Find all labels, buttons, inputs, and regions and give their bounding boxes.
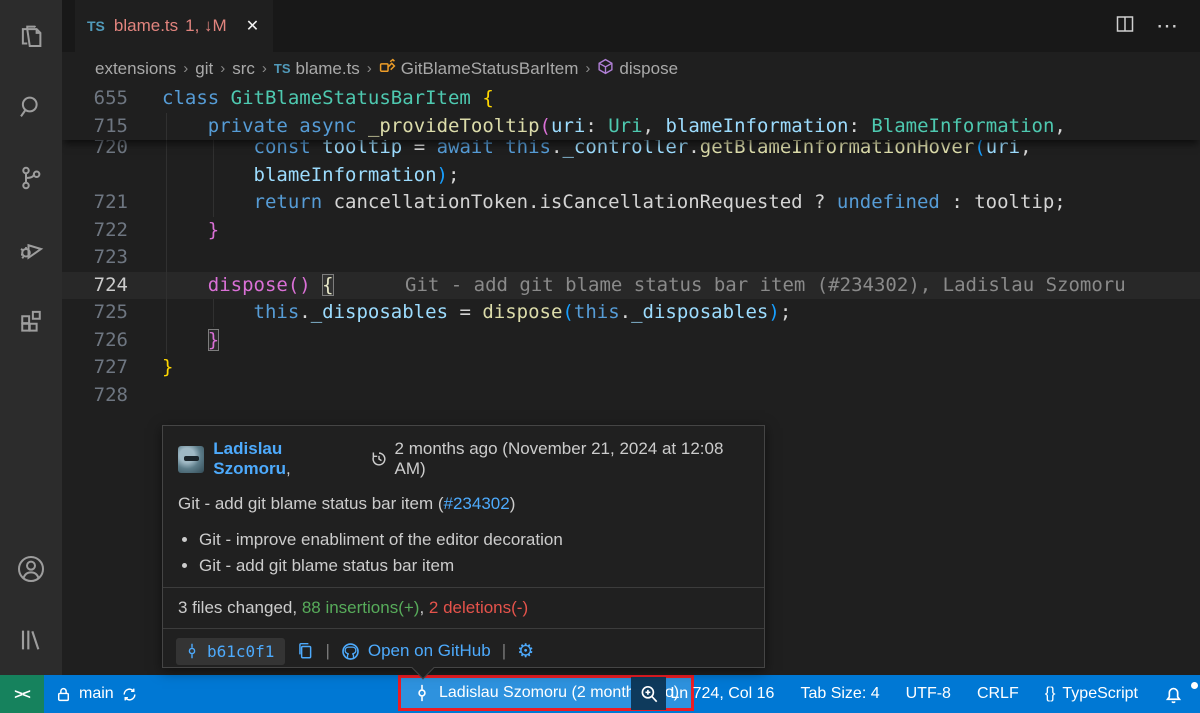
git-commit-icon bbox=[413, 684, 431, 702]
tab-bar: TS blame.ts 1, ↓M ✕ ⋯ bbox=[62, 0, 1200, 52]
commit-message: Git - add git blame status bar item (#23… bbox=[163, 479, 764, 514]
commit-stats: 3 files changed, 88 insertions(+), 2 del… bbox=[163, 588, 764, 628]
insertions-count: 88 insertions(+) bbox=[302, 598, 420, 617]
encoding-item[interactable]: UTF-8 bbox=[893, 685, 964, 703]
language-item[interactable]: {} TypeScript bbox=[1032, 685, 1151, 703]
breadcrumb-separator: › bbox=[262, 60, 267, 77]
git-commit-icon bbox=[184, 643, 200, 659]
code-line[interactable]: 724 dispose() {Git - add git blame statu… bbox=[62, 272, 1200, 300]
breadcrumb-extensions[interactable]: extensions bbox=[95, 59, 176, 79]
breadcrumb-file[interactable]: TS blame.ts bbox=[274, 59, 360, 79]
footer-separator: | bbox=[325, 641, 329, 661]
avatar bbox=[178, 446, 204, 473]
status-bar: >< main Ladislau Szomoru (2 months ago) bbox=[0, 675, 1200, 713]
breadcrumb-method[interactable]: dispose bbox=[597, 58, 678, 80]
lock-icon bbox=[55, 686, 72, 703]
status-bar-right: Ln 724, Col 16 Tab Size: 4 UTF-8 CRLF {}… bbox=[657, 675, 1196, 713]
run-debug-icon[interactable] bbox=[0, 213, 62, 284]
method-symbol-icon bbox=[597, 58, 614, 80]
extensions-icon[interactable] bbox=[0, 284, 62, 355]
line-number[interactable]: 727 bbox=[62, 354, 128, 382]
tab-title: blame.ts bbox=[114, 16, 178, 36]
line-number[interactable]: 723 bbox=[62, 244, 128, 272]
footer-separator: | bbox=[502, 641, 506, 661]
code-line[interactable]: 722 } bbox=[62, 217, 1200, 245]
code-line[interactable]: 726 } bbox=[62, 327, 1200, 355]
breadcrumb-separator: › bbox=[367, 60, 372, 77]
breadcrumb: extensions › git › src › TS blame.ts › G… bbox=[62, 52, 1200, 85]
sticky-scroll: 655class GitBlameStatusBarItem {715 priv… bbox=[62, 85, 1200, 140]
tab-size-item[interactable]: Tab Size: 4 bbox=[787, 685, 892, 703]
tab-git-decoration: 1, ↓M bbox=[185, 16, 227, 36]
explorer-icon[interactable] bbox=[0, 0, 62, 71]
typescript-file-icon: TS bbox=[274, 61, 291, 76]
line-number[interactable]: 726 bbox=[62, 327, 128, 355]
notifications-bell[interactable] bbox=[1151, 685, 1196, 704]
commit-date: 2 months ago (November 21, 2024 at 12:08… bbox=[395, 439, 749, 479]
deletions-count: 2 deletions(-) bbox=[429, 598, 528, 617]
author-link[interactable]: Ladislau Szomoru bbox=[213, 439, 286, 478]
search-icon[interactable] bbox=[0, 71, 62, 142]
commit-detail-list: Git - improve enabliment of the editor d… bbox=[163, 514, 764, 576]
line-number[interactable]: 722 bbox=[62, 217, 128, 245]
more-actions-icon[interactable]: ⋯ bbox=[1156, 13, 1180, 39]
sticky-line[interactable]: 715 private async _provideTooltip(uri: U… bbox=[62, 113, 1200, 141]
breadcrumb-class[interactable]: GitBlameStatusBarItem bbox=[379, 58, 579, 80]
split-editor-icon[interactable] bbox=[1114, 13, 1136, 40]
issue-link[interactable]: #234302 bbox=[444, 494, 510, 513]
inline-blame-annotation: Git - add git blame status bar item (#23… bbox=[405, 272, 1126, 300]
hover-header: Ladislau Szomoru, 2 months ago (November… bbox=[163, 426, 764, 479]
branch-name: main bbox=[79, 685, 114, 703]
eol-item[interactable]: CRLF bbox=[964, 685, 1032, 703]
code-line[interactable]: 725 this._disposables = dispose(this._di… bbox=[62, 299, 1200, 327]
line-number[interactable]: 721 bbox=[62, 189, 128, 217]
line-number[interactable]: 728 bbox=[62, 382, 128, 410]
notification-dot bbox=[1191, 682, 1198, 689]
breadcrumb-separator: › bbox=[220, 60, 225, 77]
line-number[interactable]: 725 bbox=[62, 299, 128, 327]
remote-indicator[interactable]: >< bbox=[0, 675, 44, 713]
language-label: TypeScript bbox=[1062, 685, 1138, 703]
vscode-window: TS blame.ts 1, ↓M ✕ ⋯ extensions › git ›… bbox=[0, 0, 1200, 713]
activity-bar bbox=[0, 0, 62, 675]
git-blame-hover: Ladislau Szomoru, 2 months ago (November… bbox=[162, 425, 765, 668]
commit-detail-item: Git - improve enabliment of the editor d… bbox=[199, 530, 749, 550]
code-line[interactable]: 727} bbox=[62, 354, 1200, 382]
github-icon bbox=[341, 642, 360, 661]
code-line[interactable]: 721 return cancellationToken.isCancellat… bbox=[62, 189, 1200, 217]
editor-actions: ⋯ bbox=[1114, 0, 1200, 52]
sticky-line[interactable]: 655class GitBlameStatusBarItem { bbox=[62, 85, 1200, 113]
commit-detail-item: Git - add git blame status bar item bbox=[199, 556, 749, 576]
close-icon[interactable]: ✕ bbox=[246, 16, 259, 36]
open-on-github-link[interactable]: Open on GitHub bbox=[368, 641, 491, 661]
line-number[interactable]: 724 bbox=[62, 272, 128, 300]
commit-hash-badge[interactable]: b61c0f1 bbox=[176, 638, 285, 665]
tab-blame-ts[interactable]: TS blame.ts 1, ↓M ✕ bbox=[75, 0, 273, 52]
activity-bar-spacer bbox=[0, 355, 62, 533]
breadcrumb-separator: › bbox=[183, 60, 188, 77]
cursor-position-item[interactable]: Ln 724, Col 16 bbox=[657, 685, 787, 703]
breadcrumb-git[interactable]: git bbox=[195, 59, 213, 79]
history-icon bbox=[370, 450, 388, 468]
account-icon[interactable] bbox=[0, 533, 62, 604]
breadcrumb-src[interactable]: src bbox=[232, 59, 255, 79]
author-comma: , bbox=[286, 459, 291, 478]
hover-footer: b61c0f1 | Open on GitHub | ⚙ bbox=[163, 628, 764, 673]
library-icon[interactable] bbox=[0, 604, 62, 675]
sync-icon bbox=[121, 686, 138, 703]
line-number[interactable]: 715 bbox=[62, 113, 128, 141]
code-line[interactable]: 723 bbox=[62, 244, 1200, 272]
class-symbol-icon bbox=[379, 58, 396, 80]
source-control-icon[interactable] bbox=[0, 142, 62, 213]
code-line[interactable]: blameInformation); bbox=[62, 162, 1200, 190]
code-line[interactable]: 728 bbox=[62, 382, 1200, 410]
braces-icon: {} bbox=[1045, 685, 1056, 703]
typescript-file-icon: TS bbox=[87, 18, 105, 34]
copy-icon[interactable] bbox=[296, 642, 314, 660]
branch-item[interactable]: main bbox=[44, 675, 149, 713]
breadcrumb-separator: › bbox=[585, 60, 590, 77]
gear-icon[interactable]: ⚙ bbox=[517, 642, 534, 661]
line-number[interactable]: 655 bbox=[62, 85, 128, 113]
